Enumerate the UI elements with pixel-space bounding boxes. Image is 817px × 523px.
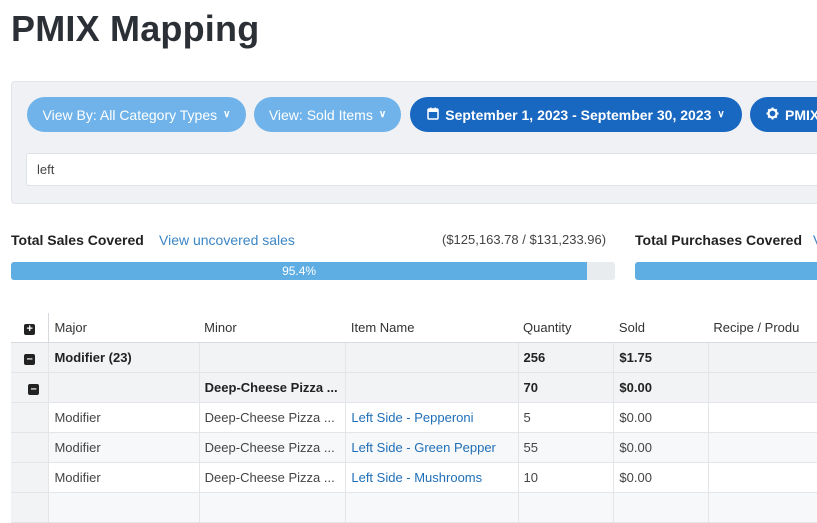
pmix-table: + Major Minor Item Name Quantity Sold Re… — [11, 313, 817, 523]
collapse-group-toggle[interactable]: – — [11, 342, 49, 373]
cell-quantity: 70 — [517, 372, 614, 403]
page-title: PMIX Mapping — [11, 8, 260, 49]
view-label: View: Sold Items — [268, 106, 373, 123]
row-control-cell — [11, 462, 49, 493]
minus-square-icon: – — [28, 384, 40, 395]
row-control-cell — [11, 432, 49, 463]
expand-all-toggle[interactable]: + — [11, 313, 49, 343]
table-row: Modifier Deep-Cheese Pizza ... Left Side… — [11, 402, 817, 433]
plus-square-icon: + — [24, 324, 36, 335]
cell-item-name — [345, 372, 519, 403]
view-uncovered-sales-link[interactable]: View uncovered sales — [159, 232, 295, 248]
cell-item-name: Left Side - Green Pepper — [345, 432, 519, 463]
cell-minor: Deep-Cheese Pizza ... — [198, 372, 346, 403]
view-uncovered-purchases-link[interactable]: V — [813, 232, 817, 248]
cell-major: Modifier — [48, 402, 200, 433]
cell-quantity: 55 — [517, 432, 614, 463]
cell-major: Modifier — [48, 432, 200, 463]
column-header-quantity[interactable]: Quantity — [518, 313, 614, 343]
cell-sold: $1.75 — [613, 342, 709, 373]
minus-square-icon: – — [24, 354, 36, 365]
item-name-link[interactable]: Left Side - Mushrooms — [351, 470, 482, 485]
cell-major: Modifier (23) — [48, 342, 200, 373]
cell-recipe — [707, 342, 817, 373]
view-by-label: View By: All Category Types — [42, 106, 218, 123]
column-header-sold[interactable]: Sold — [613, 313, 709, 343]
item-name-link[interactable]: Left Side - Pepperoni — [351, 410, 473, 425]
table-row-subgroup: – Deep-Cheese Pizza ... 70 $0.00 — [11, 372, 817, 403]
cell-sold: $0.00 — [613, 432, 709, 463]
cell-major — [48, 372, 200, 403]
purchases-coverage-progress-bar — [635, 262, 817, 280]
column-header-major[interactable]: Major — [48, 313, 200, 343]
cell-quantity: 5 — [517, 402, 614, 433]
pmix-settings-button[interactable]: PMIX — [750, 97, 817, 132]
table-row — [11, 492, 817, 523]
row-control-cell — [11, 402, 49, 433]
sales-coverage-progress-bar: 95.4% — [11, 262, 615, 280]
cell-sold: $0.00 — [613, 462, 709, 493]
table-row-group: – Modifier (23) 256 $1.75 — [11, 342, 817, 373]
cell-item-name: Left Side - Pepperoni — [345, 402, 519, 433]
cell-item-name: Left Side - Mushrooms — [345, 462, 519, 493]
cell-minor: Deep-Cheese Pizza ... — [198, 432, 346, 463]
view-dropdown[interactable]: View: Sold Items ∨ — [254, 97, 401, 132]
gear-icon — [766, 107, 779, 123]
item-name-link[interactable]: Left Side - Green Pepper — [351, 440, 496, 455]
pmix-label: PMIX — [785, 106, 817, 123]
collapse-subgroup-toggle[interactable]: – — [11, 372, 49, 403]
chevron-down-icon: ∨ — [717, 109, 725, 120]
date-range-picker[interactable]: September 1, 2023 - September 30, 2023 ∨ — [410, 97, 742, 132]
table-header-row: + Major Minor Item Name Quantity Sold Re… — [11, 313, 817, 343]
cell-recipe — [707, 432, 817, 463]
cell-recipe — [707, 462, 817, 493]
row-control-cell — [11, 492, 49, 523]
cell-recipe — [707, 402, 817, 433]
cell-minor: Deep-Cheese Pizza ... — [198, 402, 346, 433]
total-purchases-covered-title: Total Purchases Covered — [635, 232, 803, 248]
column-header-item-name[interactable]: Item Name — [345, 313, 519, 343]
search-input[interactable] — [26, 153, 817, 186]
total-sales-covered-title: Total Sales Covered — [11, 232, 144, 248]
date-range-label: September 1, 2023 - September 30, 2023 — [445, 106, 712, 123]
table-row: Modifier Deep-Cheese Pizza ... Left Side… — [11, 432, 817, 463]
chevron-down-icon: ∨ — [378, 109, 387, 120]
sales-covered-amount: ($125,163.78 / $131,233.96) — [442, 232, 607, 247]
cell-quantity: 10 — [517, 462, 614, 493]
cell-minor — [198, 342, 346, 373]
cell-item-name — [345, 342, 519, 373]
column-header-minor[interactable]: Minor — [199, 313, 346, 343]
calendar-icon — [427, 107, 439, 123]
purchases-coverage-fill — [635, 262, 817, 280]
cell-major: Modifier — [48, 462, 200, 493]
cell-quantity: 256 — [517, 342, 614, 373]
column-header-recipe[interactable]: Recipe / Produ — [708, 313, 817, 343]
chevron-down-icon: ∨ — [223, 109, 231, 120]
sales-coverage-fill: 95.4% — [11, 262, 588, 280]
cell-recipe — [707, 372, 817, 403]
view-by-dropdown[interactable]: View By: All Category Types ∨ — [27, 97, 246, 132]
table-row: Modifier Deep-Cheese Pizza ... Left Side… — [11, 462, 817, 493]
cell-sold: $0.00 — [613, 372, 709, 403]
cell-sold: $0.00 — [613, 402, 709, 433]
cell-minor: Deep-Cheese Pizza ... — [198, 462, 346, 493]
